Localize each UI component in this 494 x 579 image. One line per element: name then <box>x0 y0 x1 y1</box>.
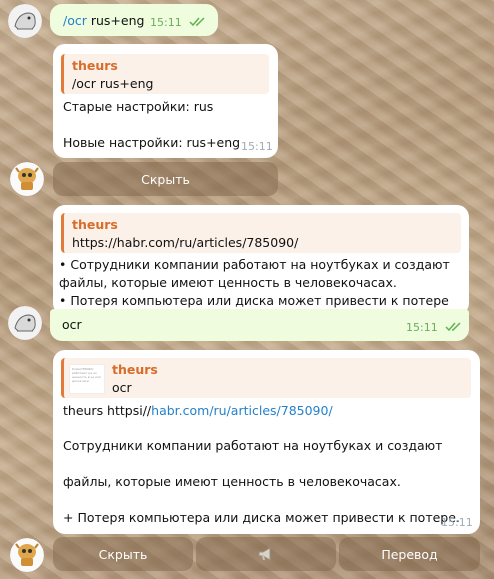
avatar-user[interactable] <box>8 306 42 340</box>
message-ocr-command[interactable]: /ocr rus+eng 15:11 <box>50 4 218 36</box>
ocr-line-3: файлы, которые имеют ценность в человеко… <box>63 474 401 489</box>
megaphone-icon <box>258 547 271 561</box>
message-ocr-photo[interactable]: ocr 15:11 <box>50 309 469 341</box>
bot-command-link[interactable]: /ocr <box>63 13 87 28</box>
command-args: rus+eng <box>86 13 145 28</box>
ocr-line-1: theurs httpsi//habr.com/ru/articles/7850… <box>63 403 333 418</box>
message-time: 15:11 <box>150 16 182 29</box>
avatar-bot[interactable] <box>10 162 44 196</box>
message-time: 15:11 <box>241 140 273 153</box>
reply-text: https://habr.com/ru/articles/785090/ <box>72 235 299 250</box>
hide-button[interactable]: Скрыть <box>53 162 278 196</box>
message-article-text[interactable]: theurs https://habr.com/ru/articles/7850… <box>53 205 469 315</box>
double-check-icon <box>445 322 461 332</box>
reply-text: /ocr rus+eng <box>72 76 154 91</box>
article-line-1: • Сотрудники компании работают на ноутбу… <box>59 257 450 272</box>
new-settings-text: Новые настройки: rus+eng <box>63 135 241 150</box>
caption-text: ocr <box>62 317 82 332</box>
translate-button[interactable]: Перевод <box>339 537 480 571</box>
avatar-bot[interactable] <box>10 538 44 572</box>
speak-button[interactable] <box>196 537 336 571</box>
message-time: 15:11 <box>441 516 473 529</box>
message-ocr-result[interactable]: ticles/785090/ работают на но ценность в… <box>53 350 480 534</box>
article-line-2: файлы, которые имеют ценность в человеко… <box>59 275 397 290</box>
reply-author: theurs <box>112 362 158 377</box>
avatar-user[interactable] <box>8 4 42 38</box>
double-check-icon <box>189 17 205 27</box>
ocr-line-4: + Потеря компьютера или диска может прив… <box>63 510 460 525</box>
reply-quote[interactable]: theurs https://habr.com/ru/articles/7850… <box>61 213 461 253</box>
article-line-3: • Потеря компьютера или диска может прив… <box>59 293 449 308</box>
message-settings-reply[interactable]: theurs /ocr rus+eng Старые настройки: ru… <box>53 44 278 158</box>
message-time: 15:11 <box>406 321 438 334</box>
ocr-line-2: Сотрудники компании работают на ноутбука… <box>63 438 443 453</box>
article-link[interactable]: habr.com/ru/articles/785090/ <box>151 403 333 418</box>
reply-text: ocr <box>112 380 132 395</box>
photo-thumbnail[interactable]: ticles/785090/ работают на но ценность в… <box>69 364 105 394</box>
hide-button[interactable]: Скрыть <box>53 537 193 571</box>
reply-quote[interactable]: theurs /ocr rus+eng <box>61 54 269 94</box>
reply-author: theurs <box>72 58 118 73</box>
old-settings-text: Старые настройки: rus <box>63 99 214 114</box>
reply-author: theurs <box>72 217 118 232</box>
reply-quote[interactable]: ticles/785090/ работают на но ценность в… <box>61 358 471 398</box>
